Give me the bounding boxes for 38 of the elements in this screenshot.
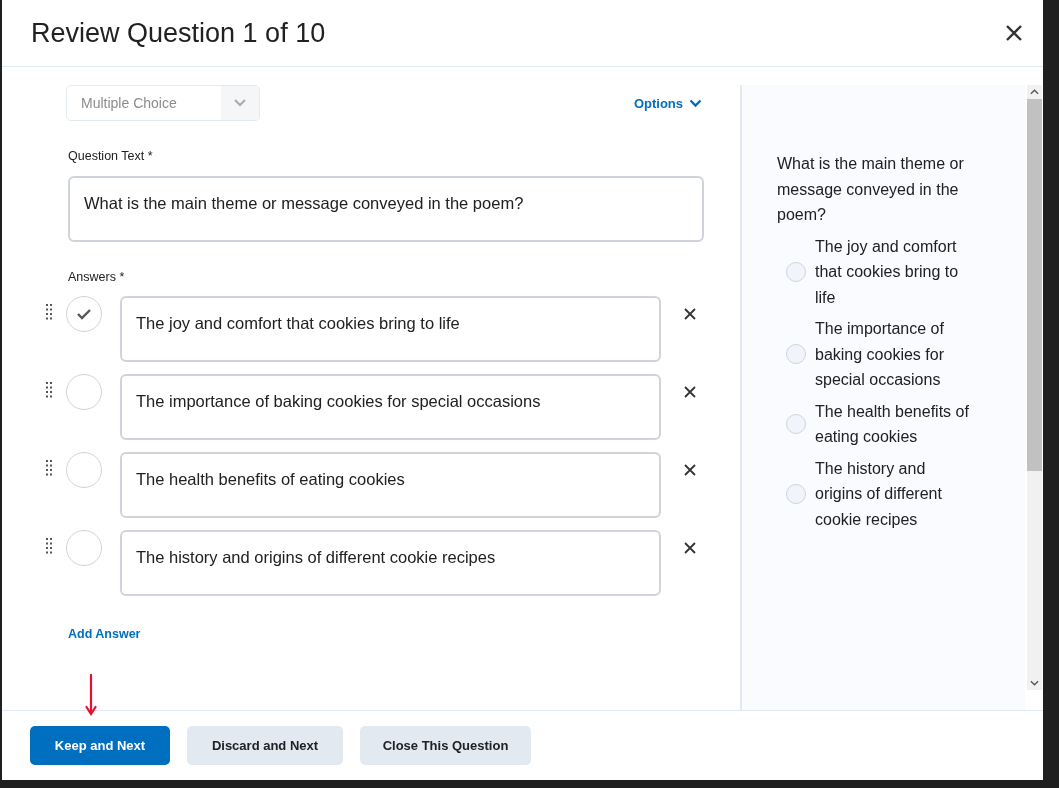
- remove-icon[interactable]: [684, 386, 696, 398]
- remove-icon[interactable]: [684, 464, 696, 476]
- option-label: The joy and comfort that cookies bring to life: [815, 236, 960, 308]
- field-label: Answers *: [68, 270, 126, 284]
- remove-icon[interactable]: [684, 308, 696, 320]
- option-label: The history and origins of different cookie recipes: [815, 458, 943, 530]
- drag-handle-icon[interactable]: [46, 538, 52, 554]
- field-label: Question Text *: [68, 149, 154, 163]
- scroll-up-icon[interactable]: [1030, 89, 1039, 95]
- radio-button[interactable]: [786, 483, 806, 504]
- footer-button[interactable]: Discard and Next: [187, 726, 343, 765]
- question-text-field[interactable]: What is the main theme or message conveyed in the poem?: [68, 176, 704, 242]
- answer-field[interactable]: The history and origins of different cookie recipes: [120, 530, 661, 596]
- preview-question: What is the main theme or message conveyed in the poem?: [777, 154, 965, 225]
- drag-handle-icon[interactable]: [46, 382, 52, 398]
- arrow-icon: [85, 674, 97, 716]
- chevron-down-icon: [689, 98, 702, 108]
- radio-button[interactable]: [786, 261, 806, 282]
- radio-button[interactable]: [786, 344, 806, 365]
- radio-button[interactable]: [786, 414, 806, 434]
- drag-handle-icon[interactable]: [46, 460, 52, 476]
- drag-handle-icon[interactable]: [46, 304, 52, 320]
- dialog-title: Review Question 1 of 10: [31, 17, 326, 49]
- chevron-down-icon: [234, 99, 246, 107]
- option-label: The importance of baking cookies for special occasions: [815, 319, 945, 390]
- scroll-down-icon[interactable]: [1030, 680, 1039, 686]
- footer-button[interactable]: Close This Question: [360, 726, 531, 765]
- remove-icon[interactable]: [684, 542, 696, 554]
- checkmark-icon: [76, 308, 92, 320]
- footer-button[interactable]: Keep and Next: [30, 726, 170, 765]
- add-answer-link[interactable]: Add Answer: [68, 627, 141, 641]
- answer-field[interactable]: The importance of baking cookies for special occasions: [120, 374, 661, 440]
- answer-field[interactable]: The joy and comfort that cookies bring to life: [120, 296, 661, 362]
- scrollbar[interactable]: [1027, 85, 1042, 690]
- options-link[interactable]: Options: [633, 95, 702, 111]
- option-label: The health benefits of eating cookies: [815, 401, 970, 447]
- answer-field[interactable]: The health benefits of eating cookies: [120, 452, 661, 518]
- close-icon[interactable]: [1005, 24, 1023, 42]
